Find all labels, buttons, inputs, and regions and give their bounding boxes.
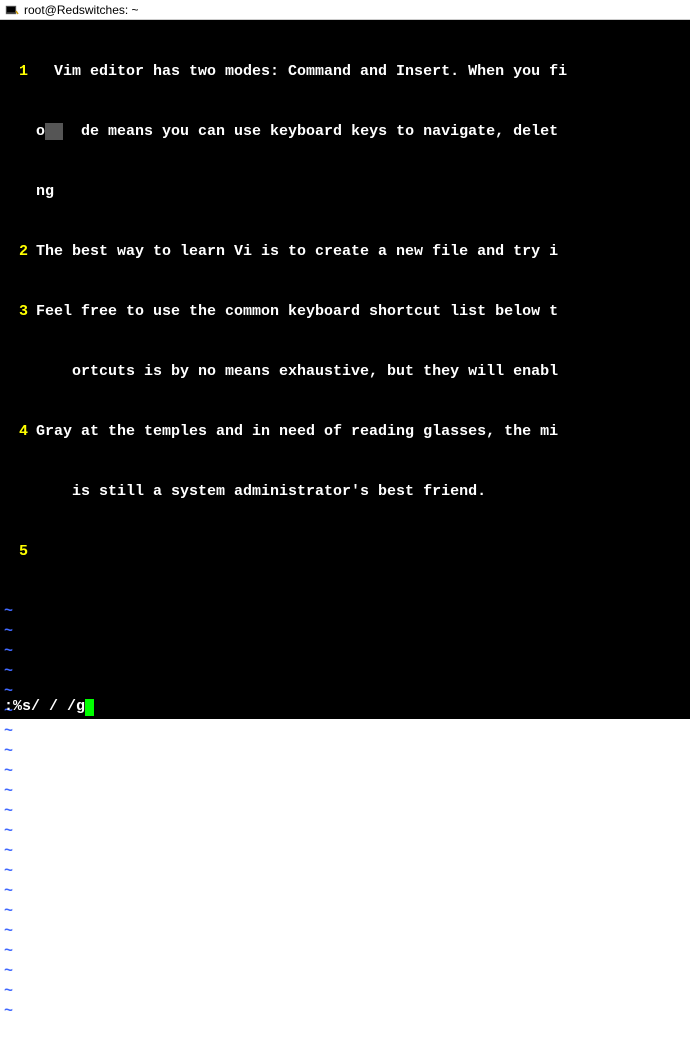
line-text: is still a system administrator's best f… [36,482,486,502]
tilde-line: ~ [4,902,686,922]
line-text: ortcuts is by no means exhaustive, but t… [36,362,558,382]
tilde-line: ~ [4,642,686,662]
line-number: 2 [4,242,36,262]
tilde-line: ~ [4,782,686,802]
line-text: Gray at the temples and in need of readi… [36,422,558,442]
tilde-line: ~ [4,962,686,982]
tilde-line: ~ [4,822,686,842]
editor-line: 1 Vim editor has two modes: Command and … [4,62,686,82]
tilde-line: ~ [4,922,686,942]
line-number: 3 [4,302,36,322]
line-number: 4 [4,422,36,442]
command-text: :%s/ / /g [4,697,85,717]
editor-line: 5 [4,542,686,562]
editor-line-wrap: x ortcuts is by no means exhaustive, but… [4,362,686,382]
tilde-line: ~ [4,682,686,702]
tilde-line: ~ [4,762,686,782]
wrap-text-suffix: de means you can use keyboard keys to na… [63,123,558,140]
window-title-text: root@Redswitches: ~ [24,3,139,17]
tilde-line: ~ [4,842,686,862]
editor-line-wrap: x ng [4,182,686,202]
tilde-line: ~ [4,862,686,882]
editor-line: 4 Gray at the temples and in need of rea… [4,422,686,442]
tilde-line: ~ [4,722,686,742]
line-text: The best way to learn Vi is to create a … [36,242,558,262]
wrap-text-prefix: o [36,123,45,140]
line-text: Feel free to use the common keyboard sho… [36,302,558,322]
tilde-line: ~ [4,702,686,722]
line-number: 5 [4,542,36,562]
putty-icon [4,2,20,18]
editor-line: 3 Feel free to use the common keyboard s… [4,302,686,322]
tilde-line: ~ [4,622,686,642]
line-number: 1 [4,62,36,82]
editor-line-wrap: x is still a system administrator's best… [4,482,686,502]
line-text: o de means you can use keyboard keys to … [36,122,558,142]
cursor-position [45,123,63,140]
editor-line: 2 The best way to learn Vi is to create … [4,242,686,262]
window-title-bar: root@Redswitches: ~ [0,0,690,20]
tilde-line: ~ [4,602,686,622]
terminal-area[interactable]: 1 Vim editor has two modes: Command and … [0,20,690,719]
vim-editor-content: 1 Vim editor has two modes: Command and … [4,22,686,1062]
tilde-line: ~ [4,802,686,822]
tilde-line: ~ [4,742,686,762]
line-text: Vim editor has two modes: Command and In… [36,62,567,82]
tilde-line: ~ [4,882,686,902]
tilde-line: ~ [4,1002,686,1022]
tilde-line: ~ [4,942,686,962]
tilde-lines: ~~~~~~~~~~~~~~~~~~~~~ [4,602,686,1022]
command-cursor [85,699,94,716]
tilde-line: ~ [4,662,686,682]
vim-command-line[interactable]: :%s/ / /g [4,697,94,717]
line-text: ng [36,182,54,202]
editor-line-wrap: x o de means you can use keyboard keys t… [4,122,686,142]
tilde-line: ~ [4,982,686,1002]
